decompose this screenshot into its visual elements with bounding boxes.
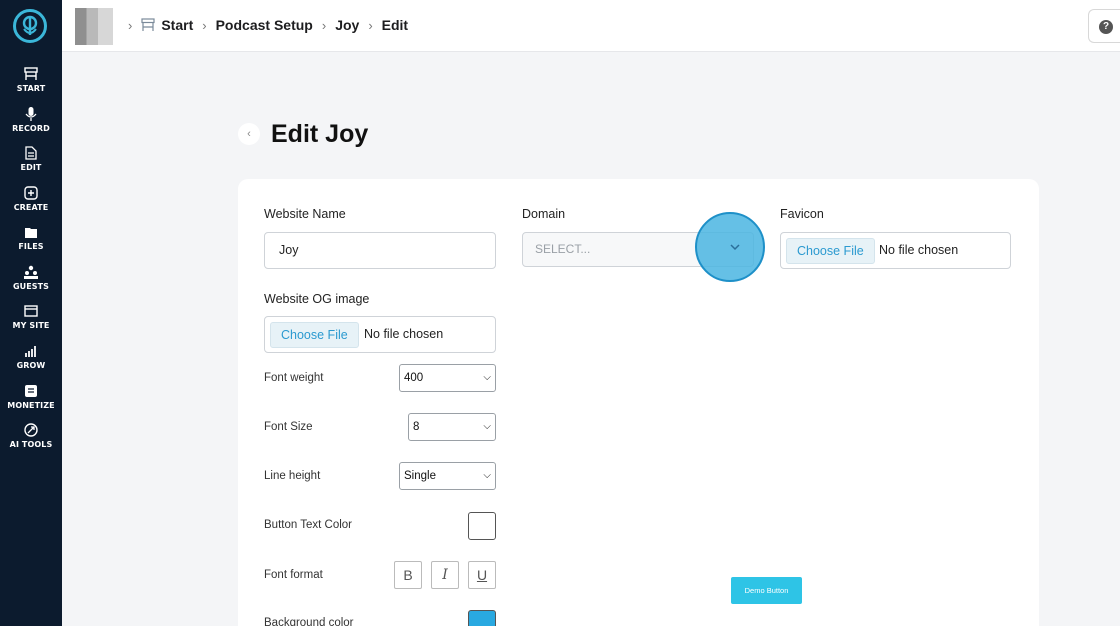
italic-button[interactable]: I	[431, 561, 459, 589]
og-image-file-input[interactable]: Choose File No file chosen	[264, 316, 496, 353]
sidebar-item-label: MY SITE	[12, 321, 50, 330]
background-color-label: Background color	[264, 617, 354, 626]
ai-tools-icon	[24, 423, 38, 437]
sidebar-item-monetize[interactable]: MONETIZE	[0, 383, 62, 421]
monetize-icon	[25, 385, 37, 397]
help-button[interactable]: ?	[1088, 9, 1120, 43]
podcast-thumbnail[interactable]	[75, 8, 113, 45]
sidebar-item-label: MONETIZE	[7, 401, 55, 410]
line-height-select[interactable]: Single ⌵	[399, 462, 496, 490]
sidebar-item-grow[interactable]: GROW	[0, 343, 62, 381]
og-image-label: Website OG image	[264, 292, 370, 306]
grow-icon	[25, 346, 36, 357]
chevron-down-icon: ⌵	[483, 421, 491, 432]
favicon-label: Favicon	[780, 207, 824, 221]
og-image-file-status: No file chosen	[364, 327, 444, 341]
logo-icon	[22, 15, 38, 35]
help-icon: ?	[1099, 20, 1113, 34]
logo[interactable]	[13, 9, 47, 43]
sidebar-item-ai-tools[interactable]: AI TOOLS	[0, 422, 62, 460]
sidebar-item-label: GUESTS	[12, 282, 50, 291]
font-size-select[interactable]: 8 ⌵	[408, 413, 496, 441]
start-icon	[141, 18, 155, 31]
edit-icon	[25, 146, 37, 160]
line-height-label: Line height	[264, 470, 321, 482]
font-format-label: Font format	[264, 569, 323, 581]
og-image-choose-file-button[interactable]: Choose File	[270, 322, 359, 348]
back-button[interactable]: ‹	[238, 123, 260, 145]
underline-button[interactable]: U	[468, 561, 496, 589]
favicon-file-input[interactable]: Choose File No file chosen	[780, 232, 1011, 269]
sidebar-item-label: FILES	[18, 242, 44, 251]
my-site-icon	[24, 305, 38, 317]
button-text-color-label: Button Text Color	[264, 519, 353, 531]
breadcrumb-start[interactable]: Start	[161, 17, 193, 33]
sidebar-item-edit[interactable]: EDIT	[0, 145, 62, 183]
bold-button[interactable]: B	[394, 561, 422, 589]
sidebar-item-label: RECORD	[12, 124, 50, 133]
font-weight-select[interactable]: 400 ⌵	[399, 364, 496, 392]
sidebar-item-files[interactable]: FILES	[0, 224, 62, 262]
website-name-input[interactable]: Joy	[264, 232, 496, 269]
sidebar-item-my-site[interactable]: MY SITE	[0, 303, 62, 341]
button-text-color-swatch[interactable]	[468, 512, 496, 540]
font-size-label: Font Size	[264, 421, 313, 433]
website-name-label: Website Name	[264, 207, 346, 221]
breadcrumb-podcast-setup[interactable]: Podcast Setup	[216, 17, 313, 33]
demo-button[interactable]: Demo Button	[731, 577, 802, 604]
font-weight-label: Font weight	[264, 372, 324, 384]
favicon-file-status: No file chosen	[879, 243, 959, 257]
breadcrumb-edit: Edit	[381, 17, 409, 33]
domain-label: Domain	[522, 207, 566, 221]
favicon-choose-file-button[interactable]: Choose File	[786, 238, 875, 264]
guests-icon	[24, 265, 38, 279]
files-icon	[25, 228, 37, 238]
sidebar-item-label: GROW	[16, 361, 46, 370]
font-weight-value: 400	[404, 372, 424, 384]
line-height-value: Single	[404, 470, 436, 482]
chevron-right-icon: ›	[128, 17, 133, 33]
chevron-down-icon: ⌵	[483, 372, 491, 383]
sidebar-item-label: START	[16, 84, 46, 93]
breadcrumb-joy[interactable]: Joy	[335, 17, 359, 33]
sidebar-item-label: CREATE	[13, 203, 49, 212]
sidebar-item-start[interactable]: START	[0, 66, 62, 104]
chevron-down-icon[interactable]	[729, 243, 741, 251]
background-color-swatch[interactable]	[468, 610, 496, 626]
chevron-left-icon: ‹	[247, 128, 251, 140]
font-size-value: 8	[413, 421, 420, 433]
start-icon	[24, 67, 38, 80]
sidebar: START RECORD EDIT CREATE FILES GUESTS MY…	[0, 0, 62, 626]
microphone-icon	[25, 107, 37, 121]
sidebar-item-label: EDIT	[20, 163, 42, 172]
sidebar-item-record[interactable]: RECORD	[0, 106, 62, 144]
chevron-down-icon: ⌵	[483, 470, 491, 481]
sidebar-item-label: AI TOOLS	[9, 440, 53, 449]
chevron-right-icon: ›	[321, 17, 327, 33]
page-title: Edit Joy	[271, 120, 369, 148]
chevron-right-icon: ›	[368, 17, 373, 33]
sidebar-item-guests[interactable]: GUESTS	[0, 264, 62, 302]
breadcrumb: › Start › Podcast Setup › Joy › Edit	[119, 17, 408, 33]
chevron-right-icon: ›	[202, 17, 207, 33]
create-icon	[24, 186, 38, 200]
sidebar-item-create[interactable]: CREATE	[0, 185, 62, 223]
top-bar: › Start › Podcast Setup › Joy › Edit ?	[62, 0, 1120, 52]
